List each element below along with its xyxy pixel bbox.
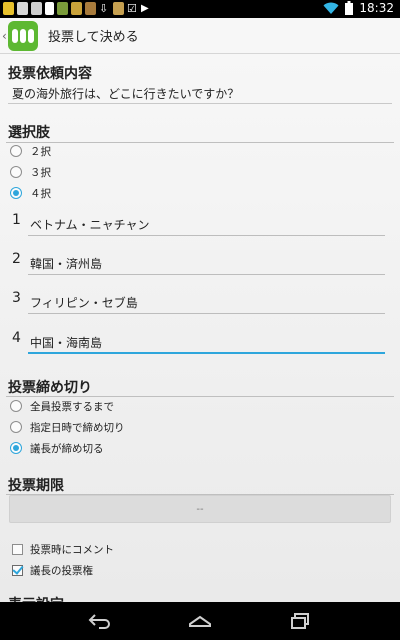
radio-label: 指定日時で締め切り bbox=[30, 421, 125, 434]
app-notification-icon bbox=[85, 2, 96, 15]
choice-input-2[interactable]: 韓国・済州島 bbox=[28, 249, 385, 275]
chair-voting-right-checkbox-row[interactable]: 議長の投票権 bbox=[12, 561, 93, 579]
radio-label: ２択 bbox=[30, 145, 51, 158]
period-section-title: 投票期限 bbox=[8, 478, 64, 494]
request-input-underline bbox=[8, 103, 392, 104]
choice-number: 4 bbox=[12, 330, 21, 346]
choice-row-1: 1 ベトナム・ニャチャン bbox=[10, 210, 385, 236]
choice-input-value: 韓国・済州島 bbox=[30, 257, 103, 271]
choices-section-title: 選択肢 bbox=[8, 125, 50, 141]
choice-number: 1 bbox=[12, 212, 21, 228]
back-icon[interactable] bbox=[86, 610, 114, 632]
choice-count-radio-3[interactable]: ３択 bbox=[10, 163, 51, 181]
radio-label: ４択 bbox=[30, 187, 51, 200]
sim-icon bbox=[45, 2, 54, 15]
radio-button[interactable] bbox=[10, 145, 22, 157]
check-icon: ☑ bbox=[127, 2, 137, 15]
home-icon[interactable] bbox=[186, 610, 214, 632]
choice-row-3: 3 フィリピン・セブ島 bbox=[10, 288, 385, 314]
radio-button[interactable] bbox=[10, 166, 22, 178]
screen-title: 投票して決める bbox=[48, 30, 139, 45]
choices-divider bbox=[6, 142, 394, 143]
checkbox-label: 議長の投票権 bbox=[30, 564, 93, 577]
radio-button[interactable] bbox=[10, 421, 22, 433]
display-settings-section-title: 表示設定 bbox=[8, 594, 64, 602]
deadline-radio-all-voted[interactable]: 全員投票するまで bbox=[10, 397, 114, 415]
choice-row-4: 4 中国・海南島 bbox=[10, 328, 385, 354]
choice-count-radio-4[interactable]: ４択 bbox=[10, 184, 51, 202]
choice-number: 3 bbox=[12, 290, 21, 306]
clock: 18:32 bbox=[359, 1, 394, 15]
period-picker-value: -- bbox=[196, 503, 204, 515]
choice-input-underline bbox=[28, 274, 385, 275]
choice-count-radio-2[interactable]: ２択 bbox=[10, 142, 51, 160]
choice-input-4[interactable]: 中国・海南島 bbox=[28, 328, 385, 354]
app-notification-icon bbox=[57, 2, 68, 15]
request-section-title: 投票依頼内容 bbox=[8, 66, 92, 82]
checkbox[interactable] bbox=[12, 543, 23, 555]
radio-button[interactable] bbox=[10, 400, 22, 412]
deadline-section-title: 投票締め切り bbox=[8, 380, 92, 396]
app-logo-icon[interactable] bbox=[8, 20, 38, 51]
request-input[interactable]: 夏の海外旅行は、どこに行きたいですか？ bbox=[8, 84, 392, 104]
choice-input-3[interactable]: フィリピン・セブ島 bbox=[28, 288, 385, 314]
checkbox[interactable] bbox=[12, 564, 23, 576]
choice-input-underline bbox=[28, 352, 385, 354]
app-notification-icon bbox=[3, 2, 14, 15]
status-bar: ⇩ ☑ ▶ 18:32 bbox=[0, 0, 400, 18]
system-nav-bar bbox=[0, 602, 400, 640]
battery-icon bbox=[345, 1, 354, 15]
request-input-value: 夏の海外旅行は、どこに行きたいですか？ bbox=[12, 87, 240, 101]
app-notification-icon bbox=[71, 2, 82, 15]
period-picker-button[interactable]: -- bbox=[9, 495, 391, 523]
choice-input-underline bbox=[28, 235, 385, 236]
choice-input-1[interactable]: ベトナム・ニャチャン bbox=[28, 210, 385, 236]
form-content[interactable]: 投票依頼内容 夏の海外旅行は、どこに行きたいですか？ 選択肢 ２択 ３択 ４択 … bbox=[0, 54, 400, 602]
choice-input-value: フィリピン・セブ島 bbox=[30, 296, 138, 310]
deadline-radio-chair-closes[interactable]: 議長が締め切る bbox=[10, 439, 104, 457]
app-notification-icon bbox=[17, 2, 28, 15]
recent-apps-icon[interactable] bbox=[286, 610, 314, 632]
checkbox-label: 投票時にコメント bbox=[30, 543, 114, 556]
comment-on-vote-checkbox-row[interactable]: 投票時にコメント bbox=[12, 540, 114, 558]
choice-number: 2 bbox=[12, 251, 21, 267]
deadline-radio-specified-time[interactable]: 指定日時で締め切り bbox=[10, 418, 125, 436]
download-icon: ⇩ bbox=[99, 2, 109, 15]
choice-input-value: ベトナム・ニャチャン bbox=[30, 218, 150, 232]
play-store-icon: ▶ bbox=[141, 3, 149, 14]
notification-icons: ⇩ ☑ ▶ bbox=[3, 2, 152, 15]
radio-button[interactable] bbox=[10, 442, 22, 454]
choice-row-2: 2 韓国・済州島 bbox=[10, 249, 385, 275]
radio-label: 全員投票するまで bbox=[30, 400, 114, 413]
choice-input-value: 中国・海南島 bbox=[30, 336, 103, 350]
action-bar: ‹ 投票して決める bbox=[0, 18, 400, 54]
choice-input-underline bbox=[28, 313, 385, 314]
app-notification-icon bbox=[31, 2, 42, 15]
radio-button[interactable] bbox=[10, 187, 22, 199]
app-notification-icon bbox=[113, 2, 124, 15]
radio-label: 議長が締め切る bbox=[30, 442, 104, 455]
wifi-icon bbox=[323, 2, 339, 14]
radio-label: ３択 bbox=[30, 166, 51, 179]
